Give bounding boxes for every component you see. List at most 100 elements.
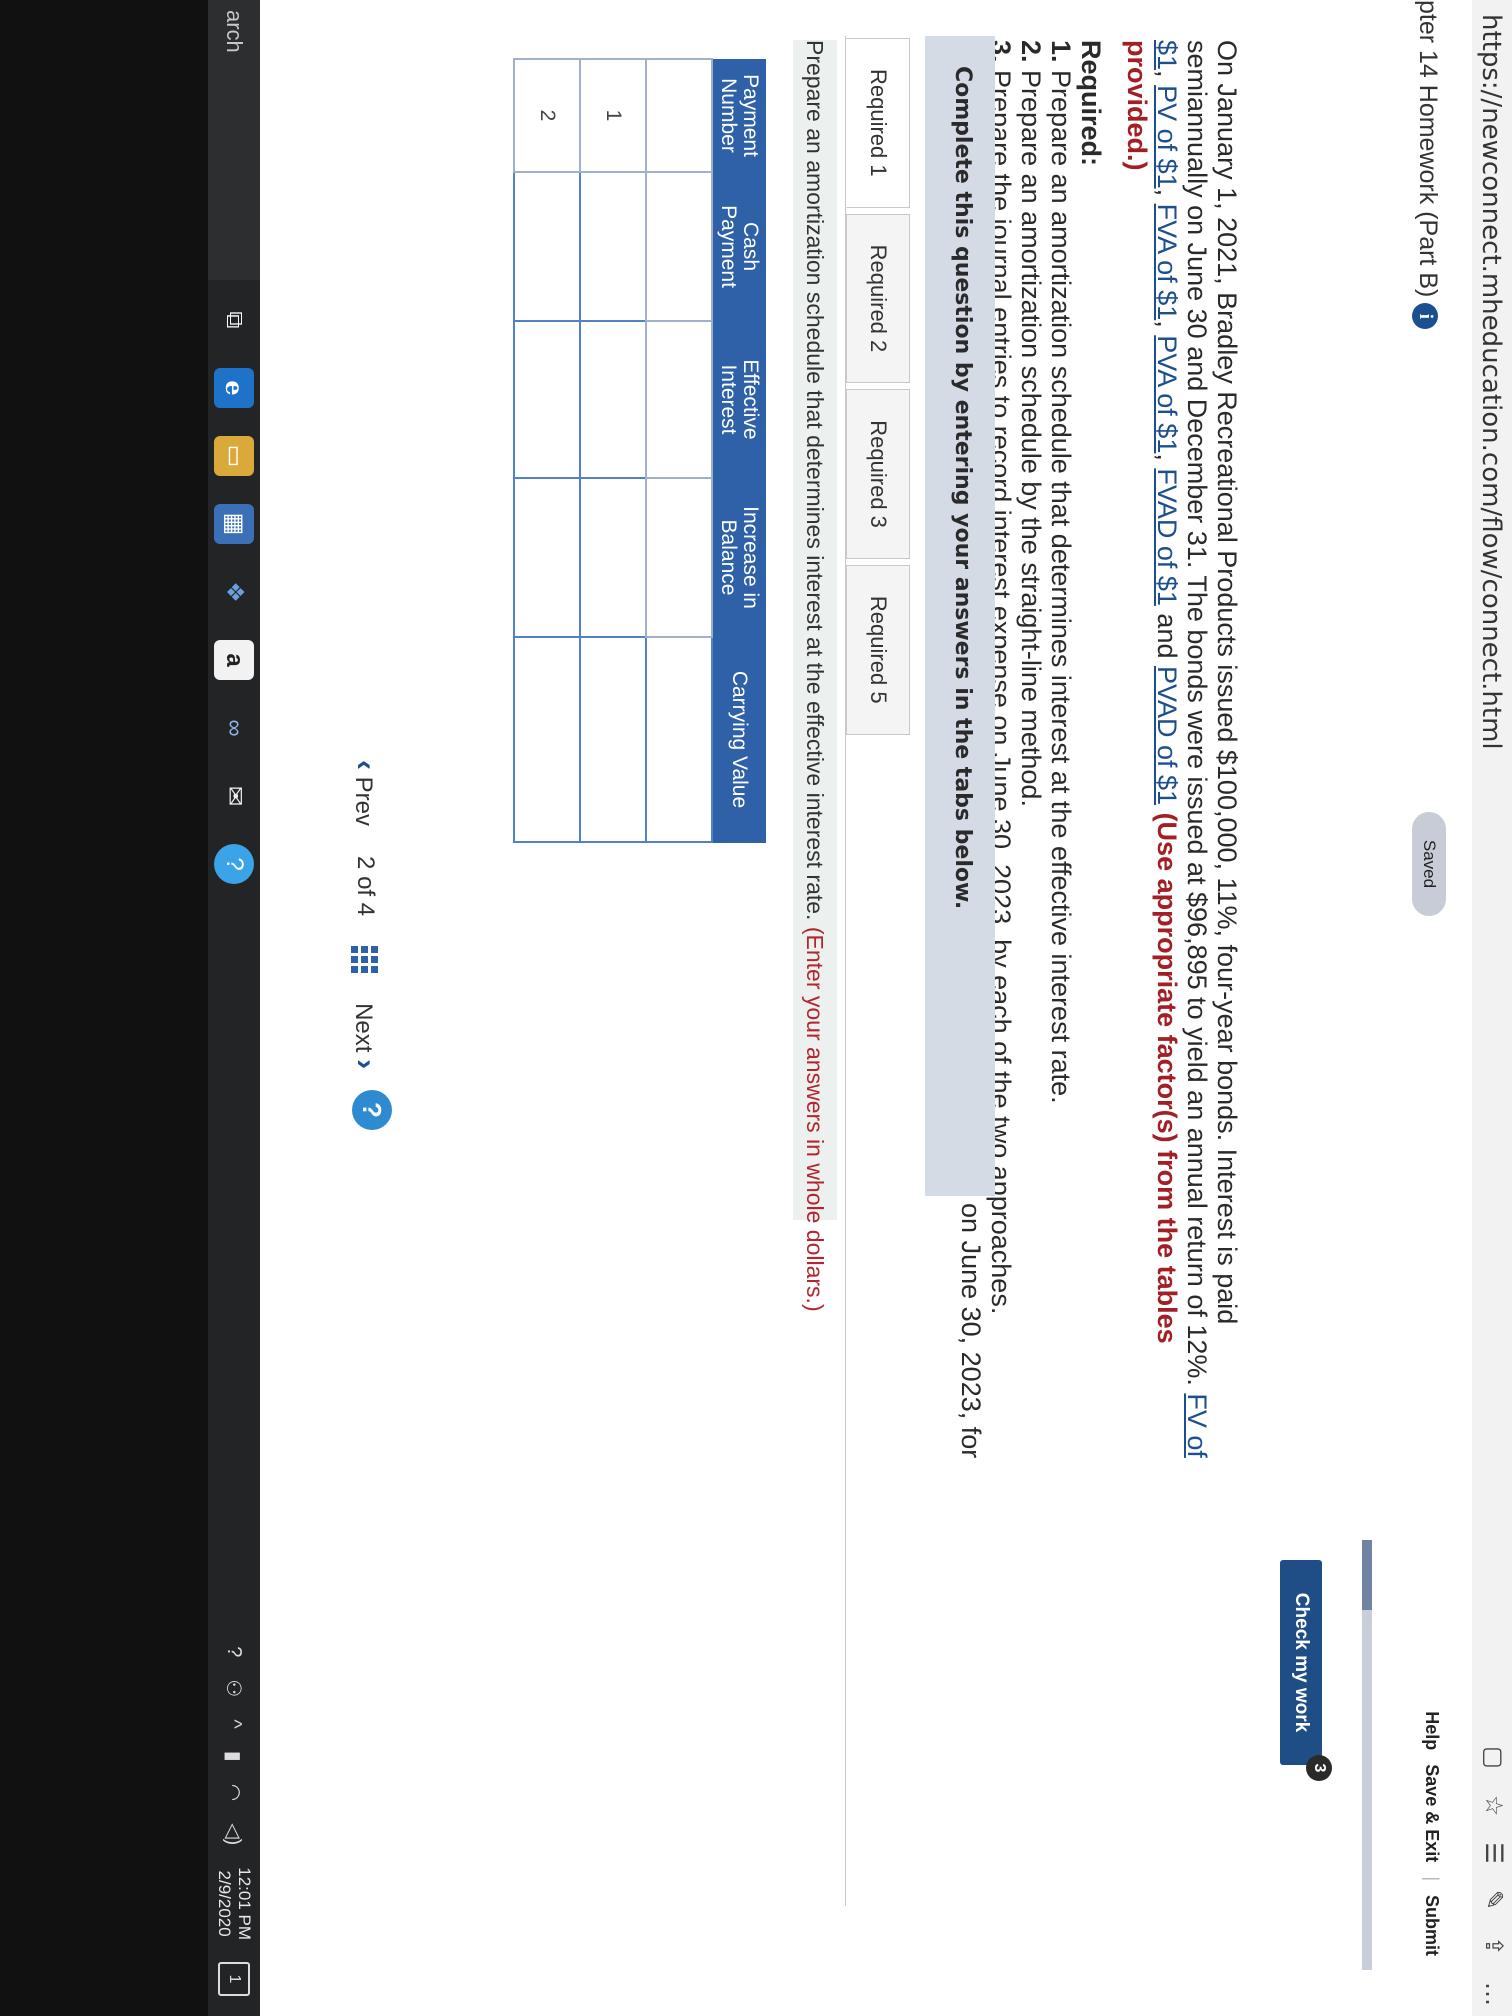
link-fva[interactable]: FVA of $1 <box>1152 204 1182 321</box>
people-icon[interactable]: ⚇ <box>222 1679 247 1697</box>
laptop-bezel <box>0 0 208 2016</box>
prev-button[interactable]: ‹ Prev <box>348 760 382 826</box>
info-icon[interactable]: i <box>1412 303 1438 330</box>
page-indicator: 2 of 4 <box>351 856 379 916</box>
battery-icon[interactable]: ▮ <box>222 1751 247 1762</box>
carrying-value-field[interactable] <box>515 639 579 844</box>
store-icon[interactable]: ▦ <box>214 504 254 544</box>
link-pvad[interactable]: PVAD of $1 <box>1152 666 1182 805</box>
browser-address-bar[interactable]: https://newconnect.mheducation.com/flow/… <box>1471 0 1512 2016</box>
favorite-star-icon[interactable]: ☆ <box>1480 1795 1508 1817</box>
current-page: 2 <box>352 856 379 870</box>
increase-balance-field[interactable] <box>581 480 645 639</box>
cash-payment-input[interactable] <box>580 172 646 323</box>
increase-balance-input[interactable] <box>514 478 580 639</box>
help-tray-icon[interactable]: ? <box>223 1646 246 1657</box>
clock-time: 12:01 PM <box>235 1867 254 1940</box>
panel-instruction: Prepare an amortization schedule that de… <box>793 40 837 1312</box>
table-row <box>646 59 712 844</box>
browser-toolbar: ▢ ☆ ☰ ✎ ⇪ … <box>1480 1746 1508 2006</box>
share-icon[interactable]: ⇪ <box>1480 1936 1508 1956</box>
favorites-list-icon[interactable]: ☰ <box>1480 1842 1508 1864</box>
more-icon[interactable]: … <box>1480 1982 1508 2006</box>
col-increase-balance: Increase in Balance <box>712 478 766 637</box>
required-tabs: Required 1 Required 2 Required 3 Require… <box>846 38 910 741</box>
next-button[interactable]: Next › <box>348 1003 382 1069</box>
required-section: Required: <box>1076 40 1106 1480</box>
task-view-icon[interactable]: ⧉ <box>214 300 254 340</box>
pen-icon[interactable]: ✎ <box>1480 1890 1508 1910</box>
table-row: 2 <box>514 59 580 844</box>
system-tray: ? ⚇ ^ ▮ ◠ ◁) 12:01 PM 2/9/2020 1 <box>214 1646 254 1996</box>
panel-instruction-text: Prepare an amortization schedule that de… <box>802 40 828 927</box>
carrying-value-field[interactable] <box>647 639 711 844</box>
help-link[interactable]: Help <box>1421 1711 1442 1750</box>
notification-center-icon[interactable]: 1 <box>218 1962 250 1996</box>
file-explorer-icon[interactable]: ▭ <box>214 436 254 476</box>
carrying-value-input[interactable] <box>514 637 580 844</box>
tray-expand-icon[interactable]: ^ <box>223 1719 246 1728</box>
row-number: 2 <box>514 59 580 172</box>
url-text[interactable]: https://newconnect.mheducation.com/flow/… <box>1476 14 1506 750</box>
save-exit-link[interactable]: Save & Exit <box>1421 1764 1442 1862</box>
header-line: Carrying Value <box>728 670 751 809</box>
instruction-text: Complete this question by entering your … <box>950 66 975 910</box>
cash-payment-field[interactable] <box>515 174 579 323</box>
increase-balance-input[interactable] <box>580 478 646 639</box>
chevron-right-icon: › <box>349 1059 382 1070</box>
header-line: Payment <box>739 74 762 157</box>
cash-payment-field[interactable] <box>581 174 645 323</box>
wifi-icon[interactable]: ◠ <box>222 1784 247 1801</box>
dropbox-icon[interactable]: ❖ <box>214 572 254 612</box>
carrying-value-field[interactable] <box>581 639 645 844</box>
top-links: Help Save & Exit | Submit <box>1421 1711 1442 1956</box>
infinity-app-icon[interactable]: ∞ <box>214 708 254 748</box>
amazon-icon[interactable]: a <box>214 640 254 680</box>
header-line: Effective <box>739 359 762 440</box>
taskbar-search[interactable]: arch <box>208 0 260 280</box>
col-carrying-value: Carrying Value <box>712 637 766 842</box>
edge-browser-icon[interactable]: e <box>214 368 254 408</box>
link-divider: | <box>1422 1876 1442 1881</box>
carrying-value-input[interactable] <box>646 637 712 844</box>
header-line: Interest <box>717 364 740 435</box>
effective-interest-input[interactable] <box>580 321 646 480</box>
taskbar-clock[interactable]: 12:01 PM 2/9/2020 <box>214 1867 254 1940</box>
check-my-work-button[interactable]: Check my work <box>1280 1560 1322 1765</box>
assignment-page: pter 14 Homework (Part B) i Saved Help Sa… <box>260 0 1472 2016</box>
question-paragraph: On January 1, 2021, Bradley Recreational… <box>1122 40 1242 1480</box>
header-line: Number <box>717 78 740 153</box>
link-sep: , <box>1152 70 1182 86</box>
link-pv[interactable]: PV of $1 <box>1152 85 1182 189</box>
tab-required-2[interactable]: Required 2 <box>846 213 910 384</box>
submit-link[interactable]: Submit <box>1421 1895 1442 1956</box>
help-question-icon[interactable]: ? <box>352 1090 392 1130</box>
effective-interest-field[interactable] <box>581 323 645 480</box>
volume-icon[interactable]: ◁) <box>222 1823 247 1845</box>
question-stem: On January 1, 2021, Bradley Recreational… <box>1182 40 1242 1394</box>
assignment-title: pter 14 Homework (Part B) <box>1414 0 1442 298</box>
empty-cell <box>646 478 712 637</box>
mail-icon[interactable]: ✉ <box>214 776 254 816</box>
tab-required-3[interactable]: Required 3 <box>846 389 910 559</box>
row-number: 1 <box>580 59 646 172</box>
link-pva[interactable]: PVA of $1 <box>1152 335 1182 453</box>
link-fvad[interactable]: FVAD of $1 <box>1152 468 1182 606</box>
increase-balance-field[interactable] <box>515 480 579 639</box>
table-header-row: Payment Number Cash Payment Effective Inter… <box>712 59 766 842</box>
question-grid-icon[interactable] <box>351 946 379 974</box>
effective-interest-input[interactable] <box>514 321 580 480</box>
reading-view-icon[interactable]: ▢ <box>1480 1746 1508 1769</box>
tab-required-1[interactable]: Required 1 <box>846 38 910 208</box>
tab-required-5[interactable]: Required 5 <box>846 564 910 735</box>
cash-payment-input[interactable] <box>514 172 580 323</box>
required-heading: Required: <box>1076 40 1106 167</box>
carrying-value-input[interactable] <box>580 637 646 844</box>
header-line: Cash <box>739 221 762 272</box>
get-help-icon[interactable]: ? <box>214 844 254 884</box>
effective-interest-field[interactable] <box>515 323 579 480</box>
item-text: Prepare an amortization schedule by the … <box>1016 62 1046 807</box>
link-sep: , <box>1152 188 1182 204</box>
tab-panel: Prepare an amortization schedule that de… <box>359 36 846 1906</box>
clock-date: 2/9/2020 <box>215 1870 234 1937</box>
